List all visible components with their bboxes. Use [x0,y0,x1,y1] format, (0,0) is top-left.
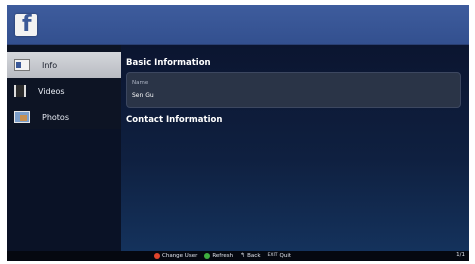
facebook-logo-icon: f [15,12,37,37]
sidebar-item-label: Info [42,60,58,70]
sidebar: Info Videos Photos [7,45,121,129]
sidebar-item-label: Photos [42,112,69,122]
photo-icon [14,111,30,123]
change-user-label: Change User [162,252,198,259]
basic-information-heading: Basic Information [126,58,211,68]
refresh-label: Refresh [212,252,234,259]
refresh-hint[interactable]: Refresh [204,252,234,259]
sidebar-item-photos[interactable]: Photos [7,104,121,130]
top-bar: f [7,5,469,45]
red-button-icon [154,252,160,259]
back-label: Back [247,252,261,259]
info-card-icon [14,59,30,71]
change-user-hint[interactable]: Change User [154,252,198,259]
tv-app-screen: f Info Videos Photos Basic Information N… [7,5,469,261]
back-arrow-icon: ↰ [240,252,246,259]
name-field[interactable]: Name Sen Gu [126,72,461,108]
sidebar-item-label: Videos [38,86,65,96]
remote-key-legend: Change User Refresh ↰ Back EXIT Quit 1/1 [7,251,469,261]
film-icon [14,85,26,97]
name-value: Sen Gu [132,92,154,99]
sidebar-item-info[interactable]: Info [7,52,121,78]
quit-hint[interactable]: EXIT Quit [268,253,292,259]
page-indicator: 1/1 [456,252,465,258]
sidebar-item-videos[interactable]: Videos [7,78,121,104]
contact-information-heading: Contact Information [126,115,223,125]
name-label: Name [132,80,149,86]
back-hint[interactable]: ↰ Back [240,252,260,259]
info-panel: Basic Information Name Sen Gu Contact In… [121,45,469,251]
logo-letter: f [22,12,32,37]
quit-label: Quit [279,252,292,259]
green-button-icon [204,252,211,259]
exit-key-label: EXIT [267,253,278,258]
